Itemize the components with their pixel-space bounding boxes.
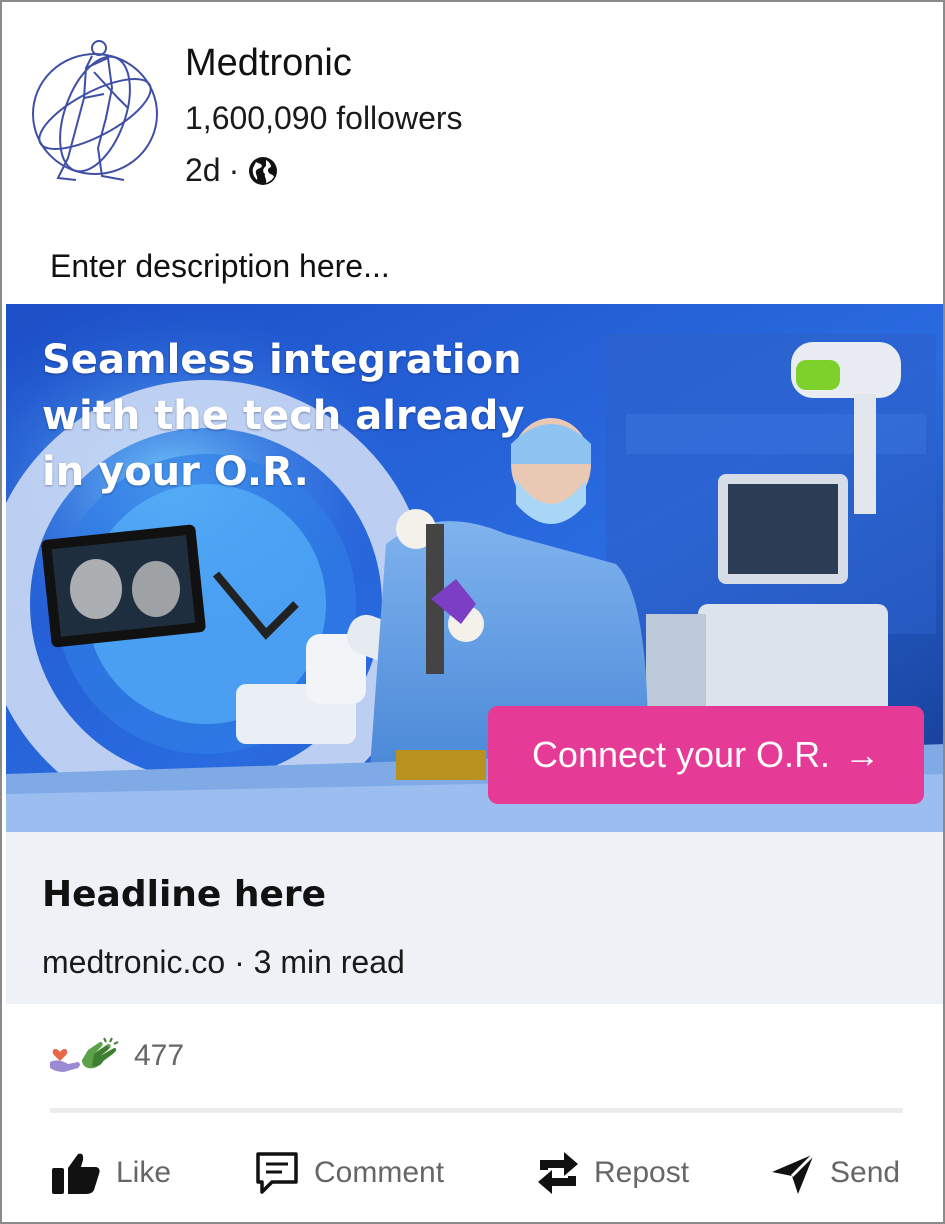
follower-count: 1,600,090 followers bbox=[185, 100, 463, 136]
repost-label: Repost bbox=[594, 1156, 690, 1189]
repost-button[interactable]: Repost bbox=[536, 1138, 689, 1208]
globe-icon bbox=[247, 155, 279, 187]
arrow-right-icon: → bbox=[844, 734, 881, 775]
connect-or-button[interactable]: Connect your O.R. → bbox=[488, 706, 924, 804]
ad-headline: Seamless integration with the tech alrea… bbox=[42, 337, 525, 495]
actions-divider bbox=[50, 1108, 903, 1113]
repost-icon bbox=[536, 1148, 580, 1198]
preview-headline[interactable]: Headline here bbox=[42, 874, 326, 915]
celebrate-clap-icon bbox=[78, 1036, 124, 1076]
post-meta: 2d · bbox=[185, 152, 279, 189]
post-card: Medtronic 1,600,090 followers 2d · Enter… bbox=[0, 0, 945, 1224]
company-logo[interactable] bbox=[28, 38, 162, 188]
post-description: Enter description here... bbox=[50, 248, 390, 284]
reaction-summary[interactable]: 477 bbox=[48, 1036, 184, 1076]
cta-label: Connect your O.R. bbox=[531, 734, 831, 775]
comment-button[interactable]: Comment bbox=[254, 1138, 444, 1208]
action-bar: Like Comment Repost Send bbox=[2, 1138, 943, 1208]
comment-label: Comment bbox=[314, 1156, 445, 1189]
like-label: Like bbox=[116, 1156, 172, 1189]
company-name[interactable]: Medtronic bbox=[185, 42, 352, 85]
preview-source: medtronic.co · 3 min read bbox=[42, 944, 405, 980]
send-button[interactable]: Send bbox=[770, 1138, 900, 1208]
thumbs-up-icon bbox=[50, 1150, 102, 1196]
meta-separator: · bbox=[228, 152, 240, 188]
send-icon bbox=[770, 1150, 816, 1196]
reaction-count[interactable]: 477 bbox=[134, 1039, 184, 1073]
link-preview[interactable]: Headline here medtronic.co · 3 min read bbox=[6, 832, 943, 1004]
comment-icon bbox=[254, 1150, 300, 1196]
post-age: 2d bbox=[185, 152, 221, 188]
send-label: Send bbox=[830, 1156, 901, 1189]
like-button[interactable]: Like bbox=[50, 1138, 171, 1208]
ad-image[interactable]: Seamless integration with the tech alrea… bbox=[6, 304, 943, 832]
